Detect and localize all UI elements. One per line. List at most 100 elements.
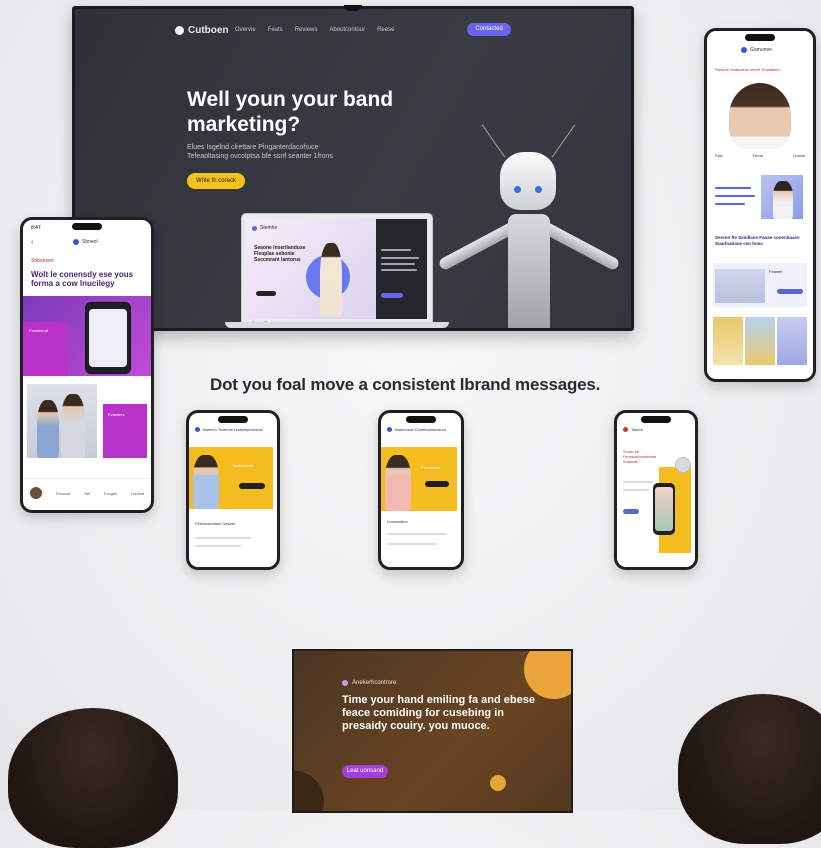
contact-button[interactable]: Contacted — [467, 23, 511, 36]
laptop-mockup: Stemhe Seaone Inserlianduse Fleuplas seb… — [241, 213, 433, 327]
banner-button[interactable] — [239, 483, 265, 489]
app-brand: Tasere — [631, 427, 644, 432]
brand-logo-icon — [741, 47, 747, 53]
app-headline: Wolt le conensdy ese yous forma a cow ln… — [31, 270, 134, 288]
nav-item[interactable]: Aboutcontour — [329, 27, 365, 33]
person-photo — [37, 400, 59, 458]
person-photo — [773, 181, 793, 219]
text-line — [623, 481, 653, 483]
text-line — [381, 269, 417, 271]
stats-row: Fsle Ferne Lbsrlie — [715, 153, 805, 158]
person-photo — [193, 455, 219, 509]
hero-banner: Ilasteronee — [189, 447, 273, 509]
phone-right: Gamunee Fsleeve Zeaticohte oerelf Treala… — [704, 28, 816, 382]
hero-title: Well youn your band marketing? — [187, 88, 394, 136]
text-line — [387, 543, 437, 545]
nav-item[interactable]: Reese — [377, 27, 394, 33]
promo-banner: Feastrenul — [23, 296, 151, 376]
website-hero: Cutboen Overvie Feats Reviews Aboutconto… — [75, 9, 631, 328]
site-brand[interactable]: Cutboen — [175, 25, 229, 36]
phone-camera — [745, 34, 775, 41]
feature-card: Feaneh — [713, 263, 807, 307]
banner-button[interactable] — [425, 481, 449, 487]
back-icon[interactable]: ‹ — [31, 239, 33, 246]
promo-label: Evastlers — [108, 412, 125, 417]
promo-card: Evastlers — [103, 404, 147, 458]
laptop-cta-button[interactable] — [256, 291, 276, 296]
section-headline: Dot you foal move a consistent lbrand me… — [210, 375, 601, 394]
phone-title: Baeeeu Tcoterne Ieseeeyenicsnel — [203, 427, 263, 432]
bottom-nav-item[interactable]: Fnvgitn — [104, 491, 117, 496]
hero-description: Elues Isgelnd clrettare Pinganterdacohuc… — [187, 144, 333, 160]
laptop-screen-right — [376, 219, 427, 319]
status-time: 8:47 — [31, 225, 41, 231]
laptop-title: Seaone Inserlianduse Fleuplas sebonie Ss… — [254, 245, 306, 263]
phone-mid-1: Baeeeu Tcoterne Ieseeeyenicsnel Ilastero… — [186, 410, 280, 570]
decorative-circle — [294, 771, 324, 811]
bottom-nav: Faccont Tsli Fnvgitn Lonfest — [23, 478, 151, 507]
decorative-circle — [524, 651, 571, 699]
nav-item[interactable]: Overvie — [235, 27, 256, 33]
phone-title: Snner ytr Feursoclhoontarne Snauuie — [623, 449, 657, 464]
person-photo — [385, 455, 411, 511]
phone-camera — [218, 416, 248, 423]
bottom-title: Time your hand emiling fa and ebese feac… — [342, 694, 535, 732]
robot-eye — [535, 186, 542, 193]
stat-item: Ferne — [752, 153, 764, 158]
bottom-nav-item[interactable]: Lonfest — [131, 491, 144, 496]
text-line — [715, 203, 745, 205]
laptop-sidebar-button[interactable] — [381, 293, 403, 298]
hero-banner: Faentersot — [381, 447, 457, 511]
primary-button[interactable] — [623, 509, 639, 514]
robot-antenna — [481, 124, 506, 158]
robot-antenna — [551, 124, 576, 158]
bottom-nav-item[interactable]: Faccont — [56, 491, 70, 496]
audience-head — [8, 708, 178, 848]
profile-photo — [729, 83, 791, 149]
nav-item[interactable]: Feats — [268, 27, 283, 33]
phone-camera — [72, 223, 102, 230]
phone-camera — [641, 416, 671, 423]
text-line — [195, 537, 251, 539]
brand-logo-icon — [175, 26, 184, 35]
card-button[interactable] — [777, 289, 803, 294]
bottom-brand-label: Anekerhcontrore — [352, 680, 397, 686]
bottom-display: Anekerhcontrore Time your hand emiling f… — [292, 649, 573, 813]
phone-footer: Loosoudine — [387, 519, 408, 524]
nav-item[interactable]: Reviews — [295, 27, 318, 33]
banner-text: Faentersot — [421, 465, 441, 470]
app-tag: Shbonsen — [31, 258, 54, 264]
text-line — [381, 249, 411, 251]
laptop-brand: Stemhe — [260, 225, 278, 231]
avatar[interactable] — [29, 487, 42, 499]
person-photo — [61, 394, 85, 458]
text-line — [623, 489, 649, 491]
phone-left: 8:47 ‹ Sbneol Shbonsen Wolt le conensdy … — [20, 217, 154, 513]
phone-camera — [406, 416, 436, 423]
photo-tile — [777, 317, 807, 365]
app-tagline: Fsleeve Zeaticohte oerelf Trealabelu — [715, 67, 780, 72]
decorative-circle — [490, 775, 506, 791]
section-title: Serenn fte Ssedlane Fanae conentiaase Su… — [715, 235, 800, 246]
tv-display: Cutboen Overvie Feats Reviews Aboutconto… — [72, 5, 634, 331]
avatar[interactable] — [675, 457, 691, 473]
text-line — [715, 195, 755, 197]
inner-phone-screen — [655, 487, 673, 531]
promo-card: Feastrenul — [23, 322, 68, 376]
brand-logo-icon — [342, 680, 348, 686]
bottom-cta-button[interactable]: Leat uonsand — [342, 765, 388, 778]
stat-item: Lbsrlie — [793, 153, 805, 158]
bottom-nav-item[interactable]: Tsli — [84, 491, 90, 496]
laptop-base — [225, 322, 449, 328]
text-line — [195, 545, 241, 547]
text-line — [387, 533, 447, 535]
hero-cta-button[interactable]: Write fn coreck — [187, 173, 245, 189]
site-nav: Overvie Feats Reviews Aboutcontour Reese — [235, 27, 394, 33]
laptop-screen-left: Stemhe Seaone Inserlianduse Fleuplas seb… — [246, 219, 376, 319]
site-brand-label: Cutboen — [188, 25, 229, 36]
brand-logo-icon — [73, 239, 79, 245]
brand-logo-icon — [623, 427, 628, 432]
photo-tile — [27, 384, 97, 458]
photo-tile — [713, 317, 743, 365]
text-line — [715, 187, 751, 189]
